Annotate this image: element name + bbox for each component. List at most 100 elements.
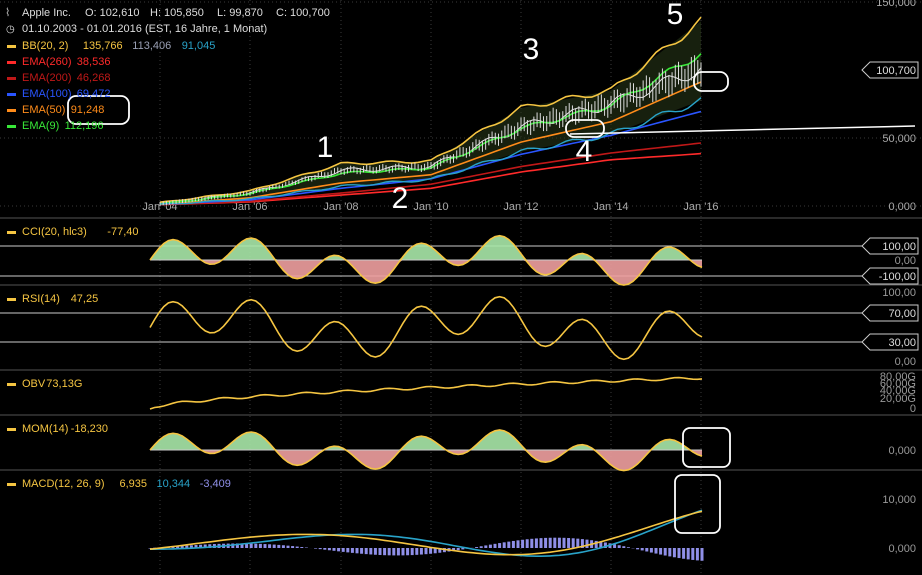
legend-value: 91,045 xyxy=(182,40,216,52)
x-axis-label: Jan '12 xyxy=(503,201,538,213)
legend: BB(20, 2) 135,766 113,406 91,045 EMA(260) 38,… xyxy=(7,40,215,132)
macd-histogram-bar xyxy=(622,546,626,548)
panel-separators xyxy=(0,217,922,471)
macd-histogram-bar xyxy=(419,548,423,555)
price-axis-label: 150,000 xyxy=(876,0,916,9)
chart-header: ⌇ Apple Inc. O: 102,610 H: 105,850 L: 99… xyxy=(5,7,330,35)
indicator-swatch xyxy=(7,231,16,234)
indicator-panels[interactable]: CCI(20, hlc3) -77,40 100,00 0,00 -100,00 RSI(… xyxy=(0,226,919,561)
macd-histogram-bar xyxy=(521,539,525,548)
macd-histogram-bar xyxy=(682,548,686,559)
legend-value: 38,536 xyxy=(77,56,111,68)
indicator-panel-macd[interactable]: MACD(12, 26, 9) 6,935 10,344 -3,409 10,000 0,… xyxy=(7,478,916,561)
macd-histogram-bar xyxy=(406,548,410,556)
indicator-axis-label: 100,00 xyxy=(882,287,916,299)
indicator-panel-rsi[interactable]: RSI(14) 47,25 100,00 70,00 30,00 0,00 xyxy=(0,287,919,368)
last-price-label: 100,700 xyxy=(876,65,916,77)
macd-histogram-bar xyxy=(663,548,667,556)
negative-area xyxy=(150,260,702,286)
indicator-swatch xyxy=(7,483,16,486)
indicator-axis-label: 0,000 xyxy=(888,445,916,457)
macd-histogram-bar xyxy=(327,548,331,551)
macd-histogram-bar xyxy=(672,548,676,558)
macd-histogram-bar xyxy=(479,546,483,548)
macd-histogram-bar xyxy=(369,548,373,555)
macd-histogram-bar xyxy=(396,548,400,556)
positive-area xyxy=(150,235,702,260)
macd-histogram-bar xyxy=(383,548,387,556)
header-close: C: 100,700 xyxy=(276,7,330,19)
x-axis-label: Jan '14 xyxy=(593,201,628,213)
macd-histogram-bar xyxy=(249,543,253,548)
macd-histogram-bar xyxy=(493,543,497,548)
last-price-marker: 100,700 xyxy=(861,61,919,79)
macd-histogram-bar xyxy=(355,548,359,554)
indicator-panel-mom[interactable]: MOM(14) -18,230 0,000 xyxy=(7,423,916,472)
indicator-axis-label: 0 xyxy=(910,403,916,415)
macd-histogram-bar xyxy=(272,544,276,548)
macd-histogram-bar xyxy=(277,544,281,548)
indicator-panel-cci[interactable]: CCI(20, hlc3) -77,40 100,00 0,00 -100,00 xyxy=(0,226,919,286)
stock-chart[interactable]: 150,00050,0000,000100,700Jan '04 Jan '06 J… xyxy=(0,0,922,575)
macd-histogram-bar xyxy=(429,548,433,554)
macd-histogram-bar xyxy=(424,548,428,555)
macd-histogram-bar xyxy=(659,548,663,555)
macd-histogram-bar xyxy=(695,548,699,561)
macd-histogram-bar xyxy=(553,537,557,548)
macd-histogram-bar xyxy=(525,539,529,548)
macd-histogram-bar xyxy=(415,548,419,555)
header-open: O: 102,610 xyxy=(85,7,139,19)
wave-label: 3 xyxy=(523,33,540,66)
legend-label: BB(20, 2) xyxy=(22,40,68,52)
macd-histogram-bar xyxy=(539,538,543,548)
legend-swatch xyxy=(7,77,16,80)
legend-label: EMA(9) xyxy=(22,120,59,132)
price-axis-label: 0,000 xyxy=(888,201,916,213)
positive-area xyxy=(150,430,702,450)
wave-label: 5 xyxy=(667,0,684,31)
macd-histogram-bar xyxy=(291,546,295,548)
clock-icon: ◷ xyxy=(6,24,15,35)
header-symbol: Apple Inc. xyxy=(22,7,71,19)
legend-label: EMA(200) xyxy=(22,72,72,84)
macd-histogram-bar xyxy=(511,540,515,548)
macd-histogram-bar xyxy=(645,548,649,552)
wave-label: 2 xyxy=(392,182,409,215)
macd-histogram-bar xyxy=(401,548,405,556)
macd-histogram-bar xyxy=(571,538,575,548)
header-icon: ⌇ xyxy=(5,7,10,19)
indicator-axis-label: 0,000 xyxy=(888,543,916,555)
indicator-label: MACD(12, 26, 9) xyxy=(22,478,105,490)
macd-histogram-bar xyxy=(502,542,506,548)
indicator-axis-label: 0,00 xyxy=(895,255,916,267)
macd-histogram-bar xyxy=(668,548,672,557)
macd-histogram-bar xyxy=(364,548,368,555)
indicator-line-obv[interactable] xyxy=(149,376,703,410)
macd-histogram-bar xyxy=(268,544,272,548)
header-low: L: 99,870 xyxy=(217,7,263,19)
indicator-axis-label: 30,00 xyxy=(888,337,916,349)
macd-histogram-bar xyxy=(507,541,511,548)
wave-label: 1 xyxy=(317,131,334,164)
indicator-value: -77,40 xyxy=(107,226,138,238)
indicator-label: MOM(14) xyxy=(22,423,68,435)
indicator-value: 6,935 xyxy=(120,478,148,490)
indicator-panel-obv[interactable]: OBV 73,13G80,00G60,00G40,00G20,00G0 xyxy=(7,371,916,415)
macd-histogram-bar xyxy=(649,548,653,553)
macd-histogram-bar xyxy=(677,548,681,559)
legend-value: 112,196 xyxy=(65,120,104,132)
wave-label: 4 xyxy=(576,135,593,168)
macd-histogram-bar xyxy=(534,538,538,548)
indicator-value: -3,409 xyxy=(200,478,231,490)
indicator-label: CCI(20, hlc3) xyxy=(22,226,87,238)
macd-histogram-bar xyxy=(360,548,364,554)
macd-histogram-bar xyxy=(691,548,695,560)
indicator-axis-label: -100,00 xyxy=(879,271,916,283)
macd-histogram-bar xyxy=(263,544,267,548)
indicator-line-rsi[interactable] xyxy=(149,295,703,361)
macd-histogram-bar xyxy=(392,548,396,556)
macd-histogram-bar xyxy=(484,545,488,548)
macd-histogram-bar xyxy=(314,548,318,549)
legend-swatch xyxy=(7,125,16,128)
indicator-axis-label: 70,00 xyxy=(888,308,916,320)
